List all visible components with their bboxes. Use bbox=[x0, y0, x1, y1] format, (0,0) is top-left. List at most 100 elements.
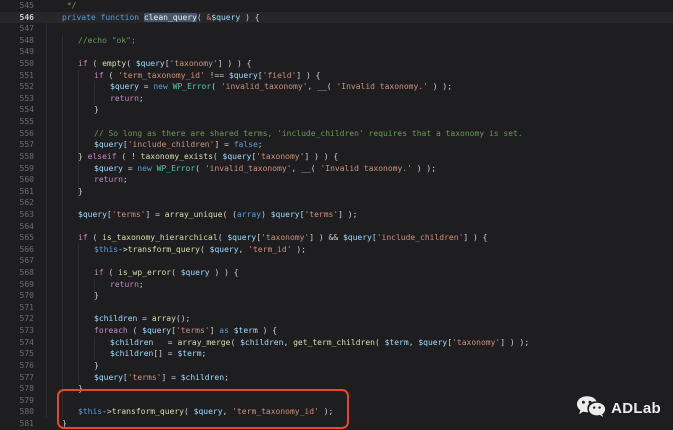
code-line[interactable]: 571 bbox=[0, 302, 673, 314]
line-number[interactable]: 551 bbox=[0, 70, 34, 82]
line-number[interactable]: 559 bbox=[0, 163, 34, 175]
code-line[interactable]: 545 */ bbox=[0, 0, 673, 12]
code-line[interactable]: 550 if ( empty( $query['taxonomy'] ) ) { bbox=[0, 58, 673, 70]
line-number[interactable]: 580 bbox=[0, 406, 34, 418]
code-line[interactable]: 559 $query = new WP_Error( 'invalid_taxo… bbox=[0, 163, 673, 175]
code-line[interactable]: 558 } elseif ( ! taxonomy_exists( $query… bbox=[0, 151, 673, 163]
code-line[interactable]: 566 $this->transform_query( $query, 'ter… bbox=[0, 244, 673, 256]
token-pun: = bbox=[123, 164, 137, 173]
code-line[interactable]: 552 $query = new WP_Error( 'invalid_taxo… bbox=[0, 81, 673, 93]
line-number[interactable]: 581 bbox=[0, 418, 34, 430]
code-line[interactable]: 546 private function clean_query( &$quer… bbox=[0, 12, 673, 24]
code-line[interactable]: 576 } bbox=[0, 360, 673, 372]
token-pun: ( bbox=[211, 82, 221, 91]
code-text: } bbox=[34, 186, 673, 198]
line-number[interactable]: 553 bbox=[0, 93, 34, 105]
code-line[interactable]: 564 bbox=[0, 221, 673, 233]
code-text: $query['terms'] = $children; bbox=[34, 372, 673, 384]
line-number[interactable]: 579 bbox=[0, 395, 34, 407]
line-number[interactable]: 561 bbox=[0, 186, 34, 198]
code-line[interactable]: 554 } bbox=[0, 104, 673, 116]
code-line[interactable]: 547 bbox=[0, 23, 673, 35]
code-line[interactable]: 551 if ( 'term_taxonomy_id' !== $query['… bbox=[0, 70, 673, 82]
line-number[interactable]: 563 bbox=[0, 209, 34, 221]
line-number[interactable]: 565 bbox=[0, 232, 34, 244]
code-line[interactable]: 581 } bbox=[0, 418, 673, 430]
line-number[interactable]: 569 bbox=[0, 279, 34, 291]
line-number[interactable]: 552 bbox=[0, 81, 34, 93]
code-line[interactable]: 560 return; bbox=[0, 174, 673, 186]
line-number[interactable]: 545 bbox=[0, 0, 34, 12]
code-line[interactable]: 557 $query['include_children'] = false; bbox=[0, 139, 673, 151]
line-number[interactable]: 560 bbox=[0, 174, 34, 186]
line-number[interactable]: 556 bbox=[0, 128, 34, 140]
code-line[interactable]: 577 $query['terms'] = $children; bbox=[0, 372, 673, 384]
token-pun: ] ) { bbox=[296, 71, 320, 80]
token-pun: ( bbox=[88, 233, 102, 242]
line-number[interactable]: 570 bbox=[0, 290, 34, 302]
code-line[interactable]: 575 $children[] = $term; bbox=[0, 348, 673, 360]
token-str: 'include_children' bbox=[128, 140, 215, 149]
line-number[interactable]: 562 bbox=[0, 197, 34, 209]
code-text: $query['terms'] = array_unique( (array) … bbox=[34, 209, 673, 221]
token-pun bbox=[46, 129, 94, 138]
token-pun: ] = bbox=[145, 210, 164, 219]
line-number[interactable]: 577 bbox=[0, 372, 34, 384]
code-line[interactable]: 570 } bbox=[0, 290, 673, 302]
code-text: } bbox=[34, 360, 673, 372]
line-number[interactable]: 566 bbox=[0, 244, 34, 256]
token-pun: } bbox=[46, 187, 83, 196]
line-number[interactable]: 573 bbox=[0, 325, 34, 337]
code-text bbox=[34, 221, 673, 233]
line-number[interactable]: 571 bbox=[0, 302, 34, 314]
line-number[interactable]: 555 bbox=[0, 116, 34, 128]
line-number[interactable]: 568 bbox=[0, 267, 34, 279]
code-line[interactable]: 562 bbox=[0, 197, 673, 209]
line-number[interactable]: 567 bbox=[0, 255, 34, 267]
token-pun: ] ) && bbox=[309, 233, 343, 242]
code-line[interactable]: 548 //echo "ok"; bbox=[0, 35, 673, 47]
code-line[interactable]: 549 bbox=[0, 46, 673, 58]
code-line[interactable]: 579 bbox=[0, 395, 673, 407]
token-pun bbox=[46, 338, 110, 347]
code-line[interactable]: 561 } bbox=[0, 186, 673, 198]
code-line[interactable]: 563 $query['terms'] = array_unique( (arr… bbox=[0, 209, 673, 221]
line-number[interactable]: 558 bbox=[0, 151, 34, 163]
code-line[interactable]: 569 return; bbox=[0, 279, 673, 291]
code-line[interactable]: 553 return; bbox=[0, 93, 673, 105]
token-pun bbox=[46, 245, 94, 254]
line-number[interactable]: 546 bbox=[0, 12, 34, 24]
token-this: $this bbox=[94, 245, 118, 254]
code-line[interactable]: 556 // So long as there are shared terms… bbox=[0, 128, 673, 140]
code-line[interactable]: 572 $children = array(); bbox=[0, 313, 673, 325]
line-number[interactable]: 572 bbox=[0, 313, 34, 325]
code-line[interactable]: 568 if ( is_wp_error( $query ) ) { bbox=[0, 267, 673, 279]
line-number[interactable]: 547 bbox=[0, 23, 34, 35]
code-line[interactable]: 565 if ( is_taxonomy_hierarchical( $quer… bbox=[0, 232, 673, 244]
line-number[interactable]: 548 bbox=[0, 35, 34, 47]
line-number[interactable]: 576 bbox=[0, 360, 34, 372]
code-line[interactable]: 555 bbox=[0, 116, 673, 128]
token-pun bbox=[46, 36, 78, 45]
code-line[interactable]: 574 $children = array_merge( $children, … bbox=[0, 337, 673, 349]
token-pun: -> bbox=[118, 245, 128, 254]
code-editor[interactable]: 545 */546 private function clean_query( … bbox=[0, 0, 673, 430]
code-text: // So long as there are shared terms, 'i… bbox=[34, 128, 673, 140]
token-pun: ] ) ) { bbox=[218, 59, 252, 68]
token-var: $query bbox=[94, 164, 123, 173]
line-number[interactable]: 550 bbox=[0, 58, 34, 70]
token-var: $query bbox=[227, 233, 256, 242]
line-number[interactable]: 578 bbox=[0, 383, 34, 395]
code-line[interactable]: 567 bbox=[0, 255, 673, 267]
line-number[interactable]: 574 bbox=[0, 337, 34, 349]
line-number[interactable]: 564 bbox=[0, 221, 34, 233]
code-line[interactable]: 580 $this->transform_query( $query, 'ter… bbox=[0, 406, 673, 418]
token-pun: } bbox=[46, 419, 67, 428]
code-line[interactable]: 573 foreach ( $query['terms'] as $term )… bbox=[0, 325, 673, 337]
line-number[interactable]: 554 bbox=[0, 104, 34, 116]
line-number[interactable]: 549 bbox=[0, 46, 34, 58]
code-line[interactable]: 578 } bbox=[0, 383, 673, 395]
line-number[interactable]: 575 bbox=[0, 348, 34, 360]
line-number[interactable]: 557 bbox=[0, 139, 34, 151]
token-ctrl: return bbox=[94, 175, 123, 184]
